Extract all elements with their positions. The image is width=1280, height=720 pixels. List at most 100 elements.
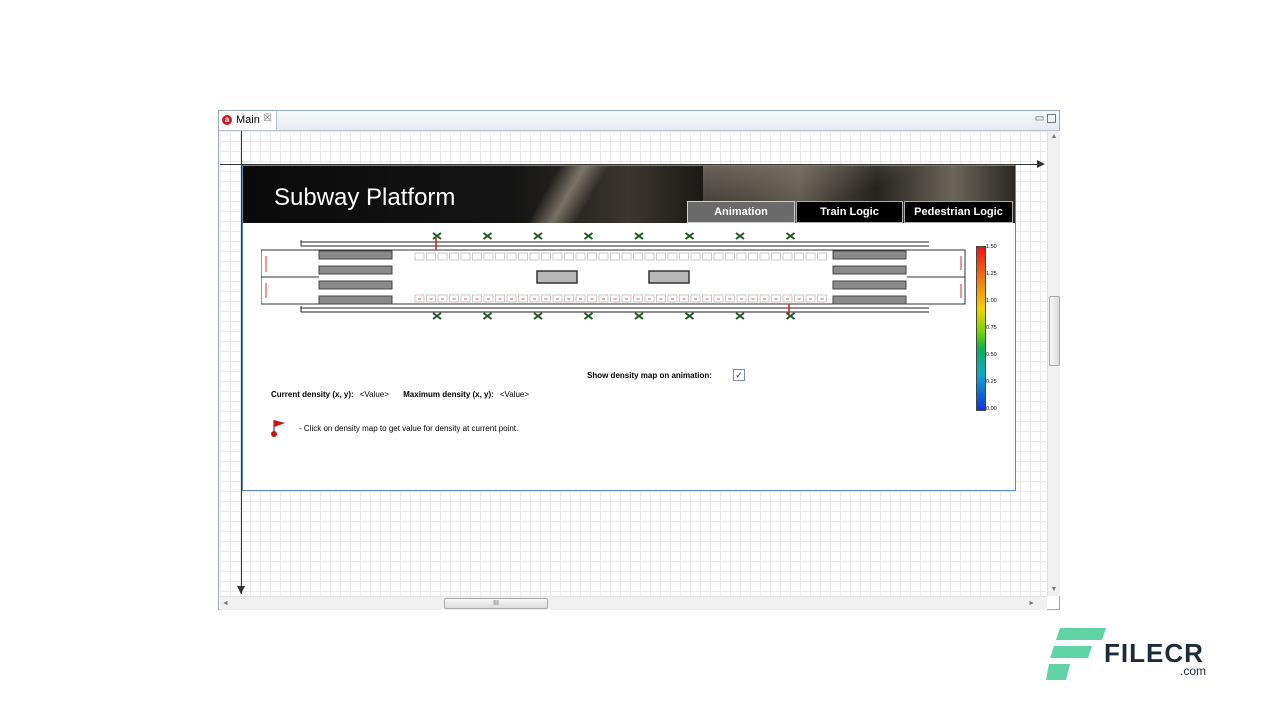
door-cell <box>449 252 459 261</box>
scale-tick-label: 1.25 <box>986 271 997 277</box>
door-cell <box>644 252 655 261</box>
staircases-right <box>832 250 907 305</box>
door-cell <box>472 252 482 261</box>
scale-tick-label: 0.50 <box>986 352 997 358</box>
density-color-scale <box>976 246 986 411</box>
door-cell <box>771 252 781 261</box>
current-density-label: Current density (x, y): <box>271 390 354 399</box>
vertical-scrollbar[interactable]: ▲ ▼ <box>1047 131 1060 596</box>
max-density-label: Maximum density (x, y): <box>403 390 494 399</box>
density-readout: Current density (x, y): <Value> Maximum d… <box>271 390 541 399</box>
maximize-icon[interactable] <box>1047 114 1056 123</box>
door-cell <box>598 252 609 261</box>
tab-train-logic[interactable]: Train Logic <box>796 201 903 223</box>
door-cell <box>552 252 563 261</box>
turnstile-icon <box>432 232 442 240</box>
door-cell <box>426 252 436 261</box>
scale-tick-label: 0.25 <box>986 379 997 385</box>
door-cell <box>805 252 816 261</box>
density-hint: - Click on density map to get value for … <box>271 418 871 440</box>
door-cell <box>656 252 666 261</box>
scroll-up-icon[interactable]: ▲ <box>1048 131 1060 143</box>
turnstile-icon <box>482 232 493 240</box>
train-doors <box>414 252 827 303</box>
x-axis-arrow-icon <box>1037 160 1045 168</box>
door-cell <box>725 252 735 261</box>
tab-main[interactable]: a Main ☒ <box>219 111 277 130</box>
show-density-label: Show density map on animation: <box>587 371 712 380</box>
minimize-icon[interactable]: ▭ <box>1034 113 1045 124</box>
exit-markers <box>265 256 962 298</box>
tab-animation[interactable]: Animation <box>687 201 795 223</box>
tab-pedestrian-logic[interactable]: Pedestrian Logic <box>904 201 1013 223</box>
turnstile-icon <box>583 312 594 320</box>
banner-light-beam <box>523 166 613 223</box>
door-cell <box>587 252 597 261</box>
subway-platform-panel: Subway Platform Animation Train Logic Pe… <box>242 165 1016 491</box>
door-cell <box>460 252 471 261</box>
door-cell <box>621 252 632 261</box>
door-cell <box>483 252 494 261</box>
door-cell <box>564 252 574 261</box>
turnstile-icon <box>684 312 695 320</box>
turnstile-icon <box>533 312 543 320</box>
editor-tab-bar: a Main ☒ ▭ <box>219 111 1059 131</box>
door-cell <box>414 252 425 261</box>
flag-icon <box>271 420 285 437</box>
staircases-left <box>318 250 393 305</box>
door-cell <box>782 252 793 261</box>
max-density-value: <Value> <box>499 390 530 399</box>
door-cell <box>529 252 540 261</box>
vertical-scroll-thumb[interactable] <box>1049 296 1060 366</box>
filecr-logo: FILECR .com <box>1046 628 1216 684</box>
door-cell <box>817 252 827 261</box>
door-cell <box>633 252 643 261</box>
door-cell <box>518 252 528 261</box>
turnstile-icon <box>634 232 644 240</box>
turnstile-icon <box>583 232 594 240</box>
banner: Subway Platform Animation Train Logic Pe… <box>243 166 1015 223</box>
scale-tick-label: 0.75 <box>986 325 997 331</box>
turnstile-icon <box>634 312 644 320</box>
door-cell <box>610 252 620 261</box>
scroll-left-icon[interactable]: ◄ <box>222 597 229 610</box>
turnstile-icon <box>533 232 543 240</box>
scale-tick-label: 1.00 <box>986 298 997 304</box>
scale-tick-label: 0.00 <box>986 406 997 412</box>
door-cell <box>748 252 758 261</box>
scroll-down-icon[interactable]: ▼ <box>1048 584 1060 596</box>
door-cell <box>759 252 770 261</box>
benches <box>536 270 690 284</box>
density-hint-text: - Click on density map to get value for … <box>299 424 519 433</box>
show-density-checkbox[interactable]: ✓ <box>733 369 745 381</box>
close-icon[interactable]: ☒ <box>263 113 272 124</box>
turnstile-icon <box>785 232 796 240</box>
turnstile-icon <box>684 232 695 240</box>
turnstile-icon <box>735 312 745 320</box>
door-cell <box>437 252 448 261</box>
anylogic-icon: a <box>222 115 232 125</box>
scale-tick-label: 1.50 <box>986 244 997 250</box>
tab-main-label: Main <box>236 114 260 126</box>
turnstile-icon <box>735 232 745 240</box>
door-cell <box>736 252 747 261</box>
door-cell <box>495 252 505 261</box>
y-axis-arrow-icon <box>237 586 245 594</box>
door-cell <box>794 252 804 261</box>
door-cell <box>690 252 701 261</box>
model-canvas[interactable]: Subway Platform Animation Train Logic Pe… <box>220 131 1046 596</box>
horizontal-scrollbar[interactable]: ◄ III ► <box>220 596 1047 610</box>
turnstile-icon <box>785 312 796 320</box>
door-cell <box>667 252 678 261</box>
door-cell <box>506 252 517 261</box>
door-cell <box>575 252 586 261</box>
horizontal-scroll-thumb[interactable]: III <box>444 598 548 609</box>
scroll-right-icon[interactable]: ► <box>1028 597 1035 610</box>
filecr-suffix: .com <box>1180 664 1207 678</box>
platform-animation[interactable] <box>261 228 971 378</box>
current-density-value: <Value> <box>359 390 389 399</box>
model-editor-window: a Main ☒ ▭ Subway Platform Animation Tra… <box>218 110 1060 610</box>
turnstile-icon <box>482 312 493 320</box>
door-cell <box>713 252 724 261</box>
filecr-logo-icon <box>1046 628 1106 680</box>
